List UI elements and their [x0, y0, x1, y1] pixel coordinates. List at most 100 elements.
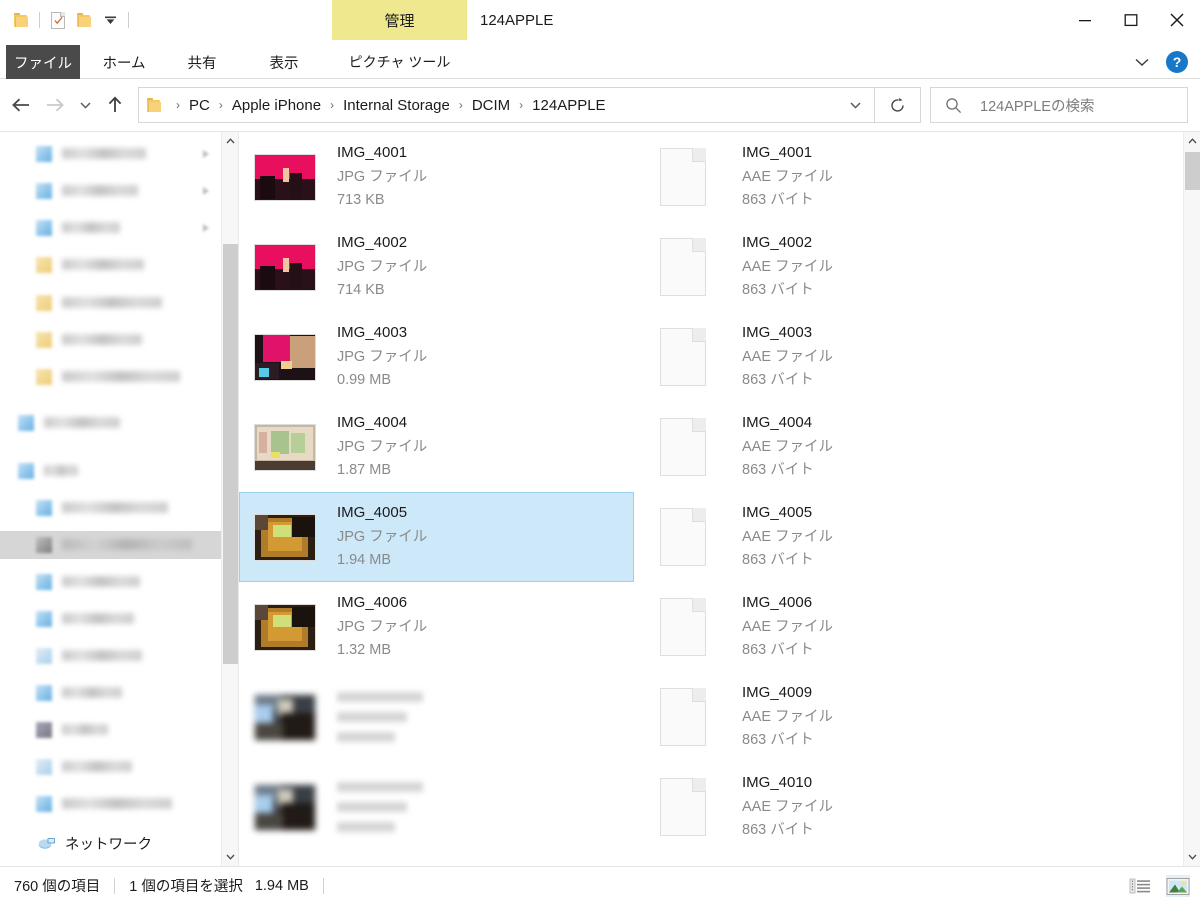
file-item[interactable]: IMG_4004 JPG ファイル 1.87 MB — [239, 402, 634, 492]
file-type: AAE ファイル — [742, 618, 834, 635]
scroll-up-button[interactable] — [222, 132, 238, 150]
minimize-button[interactable] — [1062, 0, 1108, 40]
ribbon-collapse-button[interactable] — [1130, 50, 1154, 74]
sidebar-item-icon — [36, 369, 52, 385]
details-view-button[interactable] — [1128, 875, 1152, 897]
file-item[interactable]: IMG_4001 JPG ファイル 713 KB — [239, 132, 634, 222]
file-name: IMG_4005 — [337, 504, 408, 522]
expand-arrow-icon[interactable] — [203, 187, 209, 195]
sidebar-item[interactable] — [0, 679, 221, 707]
recent-locations-button[interactable] — [72, 88, 98, 122]
sidebar-item[interactable] — [0, 753, 221, 781]
new-folder-button[interactable] — [71, 5, 97, 35]
large-icons-view-button[interactable] — [1166, 875, 1190, 897]
sidebar-item-icon — [36, 722, 52, 738]
sidebar-item[interactable] — [0, 140, 221, 168]
chevron-down-icon — [1188, 854, 1197, 860]
file-info — [337, 687, 423, 747]
tab-share[interactable]: 共有 — [170, 45, 234, 79]
expand-arrow-icon[interactable] — [203, 150, 209, 158]
navigation-scrollbar[interactable] — [221, 132, 238, 866]
refresh-button[interactable] — [875, 87, 921, 123]
expand-arrow-icon[interactable] — [203, 224, 209, 232]
file-item[interactable]: IMG_4003 JPG ファイル 0.99 MB — [239, 312, 634, 402]
file-info: IMG_4005 JPG ファイル 1.94 MB — [337, 501, 427, 572]
forward-button[interactable] — [38, 88, 72, 122]
new-item-button[interactable] — [45, 5, 71, 35]
file-item[interactable]: IMG_4002 JPG ファイル 714 KB — [239, 222, 634, 312]
chevron-down-icon — [104, 16, 116, 24]
breadcrumb-item-pc[interactable]: PC — [187, 97, 212, 114]
file-icon-slot — [646, 328, 724, 386]
file-item-selected[interactable]: IMG_4005 JPG ファイル 1.94 MB — [239, 492, 634, 582]
file-list-scrollbar[interactable] — [1183, 132, 1200, 866]
file-list-scroll-thumb[interactable] — [1185, 152, 1200, 190]
sidebar-item-label — [62, 222, 120, 233]
file-item[interactable]: IMG_4002 AAE ファイル 863 バイト — [634, 222, 1024, 312]
file-type: JPG ファイル — [337, 528, 428, 545]
sidebar-item[interactable] — [0, 363, 221, 391]
file-item[interactable] — [239, 672, 634, 762]
file-name: IMG_4002 — [742, 234, 813, 252]
close-button[interactable] — [1154, 0, 1200, 40]
back-button[interactable] — [4, 88, 38, 122]
tab-file[interactable]: ファイル — [6, 45, 80, 79]
sidebar-item[interactable] — [0, 568, 221, 596]
navigation-scroll-thumb[interactable] — [223, 244, 238, 664]
file-item[interactable]: IMG_4010 AAE ファイル 863 バイト — [634, 762, 1024, 852]
contextual-tab-manage[interactable]: 管理 — [332, 0, 467, 40]
breadcrumb-separator: › — [519, 98, 524, 112]
file-list-pane[interactable]: IMG_4001 JPG ファイル 713 KB IMG_4002 JPG ファイル 71… — [239, 132, 1200, 866]
sidebar-item-icon — [36, 146, 52, 162]
file-name: IMG_4001 — [337, 144, 408, 162]
sidebar-item-label — [62, 613, 134, 624]
file-item[interactable]: IMG_4005 AAE ファイル 863 バイト — [634, 492, 1024, 582]
breadcrumb-bar[interactable]: › PC › Apple iPhone › Internal Storage ›… — [138, 87, 875, 123]
breadcrumb-item-apple-iphone[interactable]: Apple iPhone — [230, 97, 323, 114]
tab-home[interactable]: ホーム — [92, 45, 156, 79]
tab-view[interactable]: 表示 — [252, 45, 316, 79]
file-icon-slot — [251, 693, 319, 741]
file-item[interactable]: IMG_4006 AAE ファイル 863 バイト — [634, 582, 1024, 672]
breadcrumb-item-internal-storage[interactable]: Internal Storage — [341, 97, 452, 114]
sidebar-item[interactable] — [0, 177, 221, 205]
address-history-button[interactable] — [836, 88, 874, 122]
sidebar-item[interactable] — [0, 251, 221, 279]
sidebar-item[interactable] — [0, 790, 221, 818]
sidebar-item[interactable] — [0, 409, 221, 437]
sidebar-item[interactable] — [0, 214, 221, 242]
file-item[interactable]: IMG_4009 AAE ファイル 863 バイト — [634, 672, 1024, 762]
maximize-button[interactable] — [1108, 0, 1154, 40]
help-button[interactable]: ? — [1166, 51, 1188, 73]
properties-button[interactable] — [8, 5, 34, 35]
file-info: IMG_4001 AAE ファイル 863 バイト — [742, 141, 833, 212]
sidebar-item[interactable] — [0, 716, 221, 744]
breadcrumb-item-dcim[interactable]: DCIM — [470, 97, 512, 114]
status-bar: 760 個の項目 1 個の項目を選択 1.94 MB — [0, 866, 1200, 904]
scroll-down-button[interactable] — [1184, 848, 1200, 866]
window-controls — [1062, 0, 1200, 40]
file-item[interactable]: IMG_4004 AAE ファイル 863 バイト — [634, 402, 1024, 492]
search-input[interactable]: 124APPLEの検索 — [930, 87, 1188, 123]
file-size: 0.99 MB — [337, 372, 391, 389]
sidebar-item[interactable] — [0, 605, 221, 633]
sidebar-item[interactable] — [0, 457, 221, 485]
sidebar-item[interactable] — [0, 326, 221, 354]
breadcrumb-item-124apple[interactable]: 124APPLE — [530, 97, 607, 114]
file-info: IMG_4005 AAE ファイル 863 バイト — [742, 501, 833, 572]
sidebar-item[interactable] — [0, 494, 221, 522]
file-item[interactable]: IMG_4006 JPG ファイル 1.32 MB — [239, 582, 634, 672]
sidebar-item[interactable] — [0, 531, 221, 559]
file-item[interactable]: IMG_4001 AAE ファイル 863 バイト — [634, 132, 1024, 222]
scroll-down-button[interactable] — [222, 848, 238, 866]
scroll-up-button[interactable] — [1184, 132, 1200, 150]
file-item[interactable]: IMG_4003 AAE ファイル 863 バイト — [634, 312, 1024, 402]
sidebar-item-network[interactable]: ネットワーク — [38, 833, 152, 854]
up-button[interactable] — [98, 88, 132, 122]
file-item[interactable] — [239, 762, 634, 852]
sidebar-item-label — [62, 761, 132, 772]
sidebar-item[interactable] — [0, 642, 221, 670]
sidebar-item[interactable] — [0, 289, 221, 317]
tab-picture-tools[interactable]: ピクチャ ツール — [332, 45, 467, 79]
qat-customize-button[interactable] — [97, 5, 123, 35]
